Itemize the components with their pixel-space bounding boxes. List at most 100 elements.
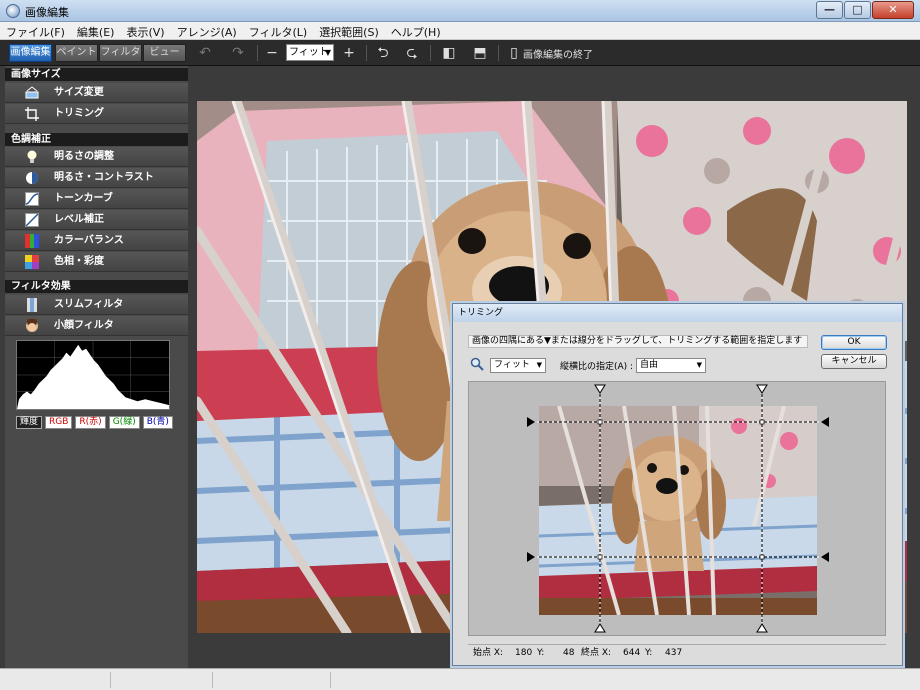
toolbar-separator — [366, 45, 367, 61]
tab-image-edit[interactable]: 画像編集 — [9, 44, 52, 62]
menu-selection[interactable]: 選択範囲(S) — [313, 22, 385, 39]
toolbar-separator — [257, 45, 258, 61]
status-bar — [0, 668, 920, 690]
channel-luminance[interactable]: 輝度 — [16, 416, 43, 429]
sidebar-item-color-balance[interactable]: カラーバランス — [5, 231, 188, 251]
menu-filter[interactable]: フィルタ(L) — [243, 22, 314, 39]
chevron-down-icon: ▼ — [536, 361, 542, 369]
magnifier-icon[interactable] — [470, 357, 484, 371]
face-icon — [26, 319, 38, 332]
aspect-ratio-select[interactable]: 自由 ▼ — [636, 358, 706, 373]
title-bar: 画像編集 — □ ✕ — [0, 0, 920, 22]
slim-filter-icon — [27, 298, 37, 312]
crop-guides[interactable] — [469, 382, 887, 637]
status-cell — [330, 672, 331, 688]
channel-rgb[interactable]: RGB — [45, 416, 73, 429]
undo-icon[interactable]: ↶ — [197, 45, 213, 61]
sidebar-item-resize[interactable]: サイズ変更 — [5, 83, 188, 103]
zoom-value: フィット — [289, 47, 329, 58]
rotate-right-icon[interactable]: ⮎ — [404, 45, 420, 61]
sidebar-item-label: 明るさの調整 — [54, 151, 114, 162]
window-title: 画像編集 — [25, 6, 69, 19]
resize-icon — [25, 86, 39, 99]
end-y-value: 437 — [665, 648, 683, 658]
sidebar-item-small-face-filter[interactable]: 小顔フィルタ — [5, 316, 188, 336]
menu-arrange[interactable]: アレンジ(A) — [171, 22, 243, 39]
start-y-value: 48 — [563, 648, 575, 658]
menu-bar: ファイル(F) 編集(E) 表示(V) アレンジ(A) フィルタ(L) 選択範囲… — [0, 22, 920, 40]
menu-view[interactable]: 表示(V) — [120, 22, 170, 39]
sidebar-item-label: カラーバランス — [54, 235, 124, 246]
channel-green[interactable]: G(緑) — [108, 416, 140, 429]
sidebar-item-levels[interactable]: レベル補正 — [5, 210, 188, 230]
sidebar-item-label: 色相・彩度 — [54, 256, 104, 267]
aspect-ratio-value: 自由 — [640, 360, 659, 370]
sidebar-item-brightness-contrast[interactable]: 明るさ・コントラスト — [5, 168, 188, 188]
section-image-size: 画像サイズ — [5, 68, 188, 81]
sidebar-item-trimming[interactable]: トリミング — [5, 104, 188, 124]
minimize-button[interactable]: — — [816, 1, 843, 19]
section-color-correction: 色調補正 — [5, 133, 188, 146]
toolbar-separator — [498, 45, 499, 61]
end-x-value: 644 — [623, 648, 641, 658]
close-button[interactable]: ✕ — [872, 1, 914, 19]
dialog-title: トリミング — [453, 304, 902, 322]
zoom-out-icon[interactable]: − — [264, 45, 280, 61]
flip-vertical-icon[interactable]: ⬒ — [472, 45, 488, 61]
color-balance-icon — [25, 234, 39, 248]
maximize-button[interactable]: □ — [844, 1, 871, 19]
start-x-value: 180 — [515, 648, 533, 658]
histogram-channels: 輝度 RGB R(赤) G(緑) B(青) — [16, 416, 173, 429]
sidebar-item-brightness[interactable]: 明るさの調整 — [5, 147, 188, 167]
aspect-ratio-label: 縦横比の指定(A) : — [560, 362, 634, 372]
tab-paint[interactable]: ペイント — [55, 44, 98, 62]
section-filter-effects: フィルタ効果 — [5, 280, 188, 293]
dialog-instructions: 画像の四隅にある▼または線分をドラッグして、トリミングする範囲を指定します — [468, 335, 808, 348]
window-controls: — □ ✕ — [816, 1, 914, 19]
crop-icon — [25, 107, 39, 121]
redo-icon[interactable]: ↷ — [230, 45, 246, 61]
sidebar-item-tone-curve[interactable]: トーンカーブ — [5, 189, 188, 209]
hue-saturation-icon — [25, 255, 39, 269]
channel-red[interactable]: R(赤) — [75, 416, 106, 429]
ok-button[interactable]: OK — [821, 335, 887, 350]
levels-icon — [25, 213, 39, 227]
channel-blue[interactable]: B(青) — [142, 416, 173, 429]
menu-edit[interactable]: 編集(E) — [71, 22, 121, 39]
rotate-left-icon[interactable]: ⮌ — [375, 45, 391, 61]
flip-horizontal-icon[interactable]: ◧ — [441, 45, 457, 61]
start-y-label: Y: — [537, 648, 545, 658]
sidebar-item-label: トリミング — [54, 108, 104, 119]
sidebar-item-label: 明るさ・コントラスト — [54, 172, 154, 183]
start-point-label: 始点 X: — [473, 648, 504, 658]
lightbulb-icon — [27, 150, 37, 163]
exit-edit-icon[interactable]: ▯ — [506, 45, 522, 61]
trim-preview-area[interactable] — [468, 381, 886, 636]
cancel-button[interactable]: キャンセル — [821, 354, 887, 369]
zoom-select[interactable]: フィット ▼ — [286, 44, 334, 61]
toolbar-separator — [430, 45, 431, 61]
chevron-down-icon: ▼ — [324, 48, 331, 57]
sidebar-item-slim-filter[interactable]: スリムフィルタ — [5, 295, 188, 315]
sidebar-item-hue-saturation[interactable]: 色相・彩度 — [5, 252, 188, 272]
trimming-dialog: トリミング 画像の四隅にある▼または線分をドラッグして、トリミングする範囲を指定… — [452, 303, 903, 666]
end-point-label: 終点 X: — [581, 648, 612, 658]
menu-help[interactable]: ヘルプ(H) — [385, 22, 447, 39]
tab-filter[interactable]: フィルタ — [99, 44, 142, 62]
chevron-down-icon: ▼ — [696, 361, 702, 369]
sidebar-item-label: トーンカーブ — [54, 193, 113, 204]
app-icon — [6, 4, 20, 18]
menu-file[interactable]: ファイル(F) — [0, 22, 71, 39]
sidebar-item-label: スリムフィルタ — [54, 299, 124, 310]
dialog-zoom-select[interactable]: フィット ▼ — [490, 358, 546, 373]
tone-curve-icon — [25, 192, 39, 206]
status-cell — [212, 672, 213, 688]
end-y-label: Y: — [645, 648, 653, 658]
zoom-in-icon[interactable]: + — [341, 45, 357, 61]
sidebar-item-label: 小顔フィルタ — [54, 320, 114, 331]
exit-edit-button[interactable]: 画像編集の終了 — [523, 46, 593, 61]
tab-view[interactable]: ビュー — [143, 44, 186, 62]
status-cell — [110, 672, 111, 688]
toolbar: 画像編集 ペイント フィルタ ビュー ↶ ↷ − フィット ▼ + ⮌ ⮎ ◧ … — [0, 40, 920, 66]
sidebar-item-label: レベル補正 — [54, 214, 104, 225]
